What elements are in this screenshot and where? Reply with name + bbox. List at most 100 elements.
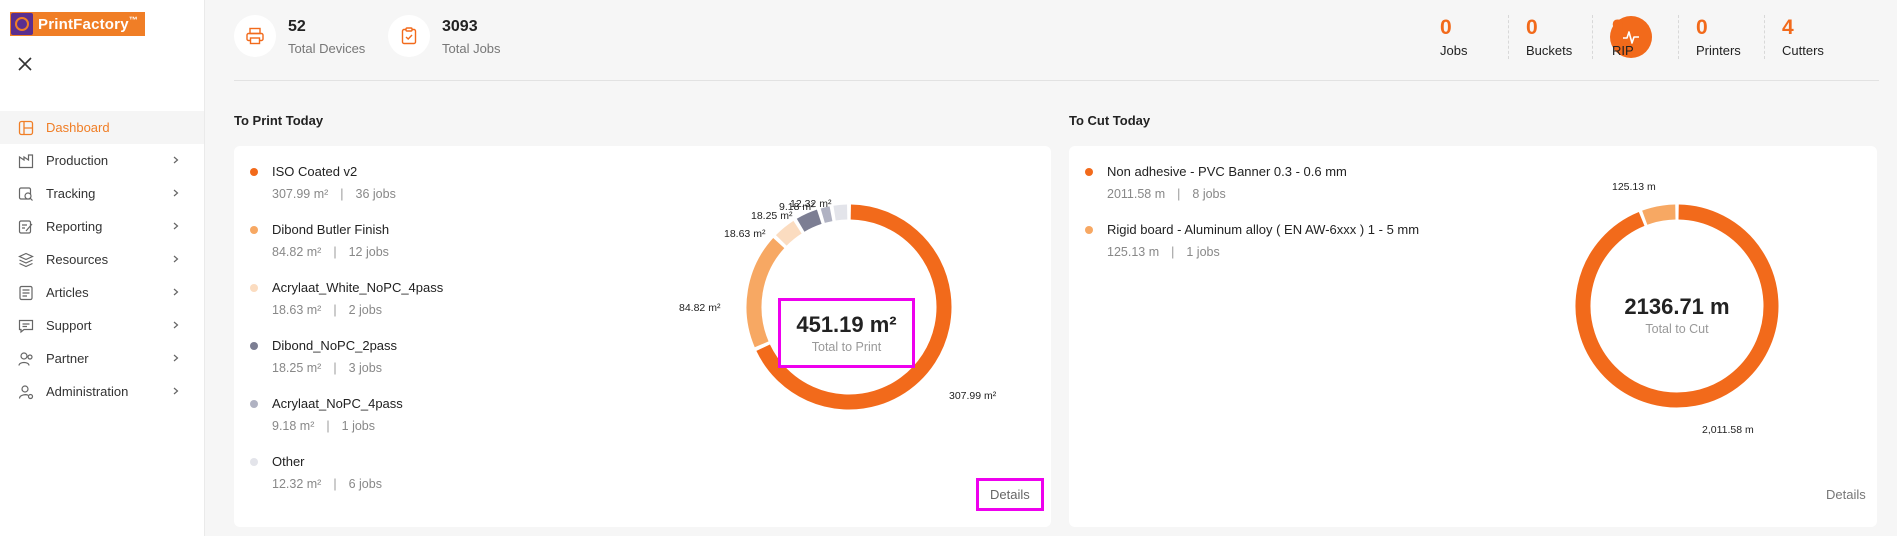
resources-icon [18,252,34,267]
buckets-count: 0 [1526,16,1538,39]
cutters-counter[interactable]: 4 Cutters [1782,16,1824,58]
print-details-button[interactable]: Details [976,478,1044,511]
legend-amount: 18.63 m² [272,303,322,317]
legend-jobs: 36 jobs [355,187,396,201]
cut-legend: Non adhesive - PVC Banner 0.3 - 0.6 mm 2… [1085,164,1419,280]
donut-slice-2[interactable] [775,220,802,246]
total-to-print-value: 451.19 m² [796,312,897,337]
cut-today-card: Non adhesive - PVC Banner 0.3 - 0.6 mm 2… [1069,146,1877,527]
legend-name: ISO Coated v2 [272,164,358,179]
rip-count-label: RIP [1612,43,1634,58]
legend-dot [1085,167,1093,176]
legend-jobs: 1 jobs [1186,245,1220,259]
sidebar-item-production[interactable]: Production [0,144,204,177]
jobs-count-label: Jobs [1440,43,1468,58]
sidebar-item-tracking[interactable]: Tracking [0,177,204,210]
list-item[interactable]: Rigid board - Aluminum alloy ( EN AW-6xx… [1085,222,1419,280]
sidebar-item-reporting[interactable]: Reporting [0,210,204,243]
slice-label: 2,011.58 m [1702,424,1754,436]
legend-amount: 2011.58 m [1107,187,1166,201]
print-today-title: To Print Today [234,113,324,128]
legend-dot [250,399,258,408]
donut-slice-4[interactable] [820,206,833,223]
clipboard-icon [401,27,417,45]
slice-label: 18.63 m² [724,228,766,240]
slice-label: 125.13 m [1612,181,1656,193]
legend-name: Acrylaat_NoPC_4pass [272,396,403,411]
list-item[interactable]: Acrylaat_White_NoPC_4pass 18.63 m² | 2 job… [250,280,443,338]
total-to-cut-value: 2136.71 m [1624,294,1730,319]
sidebar-item-support[interactable]: Support [0,309,204,342]
donut-slice-3[interactable] [796,209,822,232]
legend-amount: 125.13 m [1107,245,1160,259]
cutters-count-label: Cutters [1782,43,1824,58]
total-devices-stat: 52 Total Devices [234,15,365,57]
legend-name: Dibond_NoPC_2pass [272,338,398,353]
list-item[interactable]: Dibond Butler Finish 84.82 m² | 12 jobs [250,222,443,280]
list-item[interactable]: Other 12.32 m² | 6 jobs [250,454,443,512]
chevron-right-icon [173,321,179,329]
legend-jobs: 12 jobs [348,245,389,259]
sidebar-nav: Dashboard Production Tracking Reporting … [0,111,204,408]
tracking-icon [18,186,33,201]
administration-icon [18,384,34,399]
divider [1508,15,1509,59]
divider [1592,15,1593,59]
list-item[interactable]: Dibond_NoPC_2pass 18.25 m² | 3 jobs [250,338,443,396]
slice-label: 84.82 m² [679,302,721,314]
donut-slice-1[interactable] [1642,204,1676,225]
sidebar-item-label: Partner [46,351,89,366]
legend-dot [250,457,258,466]
sidebar-item-label: Tracking [46,186,96,201]
legend-jobs: 3 jobs [348,361,382,375]
legend-jobs: 2 jobs [348,303,382,317]
print-legend: ISO Coated v2 307.99 m² | 36 jobs Dibond B… [250,164,443,512]
sidebar-item-resources[interactable]: Resources [0,243,204,276]
printfactory-logo[interactable]: PrintFactory ™ [10,12,145,36]
total-jobs-stat: 3093 Total Jobs [388,15,501,57]
reporting-icon [18,219,33,234]
divider [1678,15,1679,59]
slice-label: 307.99 m² [949,390,997,402]
cut-details-button[interactable]: Details [1826,487,1866,502]
legend-amount: 18.25 m² [272,361,322,375]
legend-jobs: 6 jobs [348,477,382,491]
legend-dot [250,225,258,234]
sidebar-item-partner[interactable]: Partner [0,342,204,375]
chevron-right-icon [173,222,179,230]
printer-icon-circle [234,15,276,57]
legend-name: Non adhesive - PVC Banner 0.3 - 0.6 mm [1107,164,1347,179]
printers-counter[interactable]: 0 Printers [1696,16,1741,58]
legend-amount: 84.82 m² [272,245,322,259]
close-icon[interactable] [17,56,33,72]
chevron-right-icon [173,288,179,296]
chevron-right-icon [173,189,179,197]
list-item[interactable]: ISO Coated v2 307.99 m² | 36 jobs [250,164,443,222]
list-item[interactable]: Acrylaat_NoPC_4pass 9.18 m² | 1 jobs [250,396,443,454]
donut-slice-1[interactable] [746,237,785,348]
sidebar-item-administration[interactable]: Administration [0,375,204,408]
printer-icon [246,27,264,45]
legend-amount: 9.18 m² [272,419,315,433]
cutters-count: 4 [1782,16,1794,39]
sidebar-item-articles[interactable]: Articles [0,276,204,309]
jobs-counter[interactable]: 0 Jobs [1440,16,1467,58]
slice-label: 12.32 m² [790,198,832,210]
dashboard-icon [18,120,34,135]
chevron-right-icon [173,156,179,164]
legend-dot [250,167,258,176]
sidebar-item-label: Articles [46,285,89,300]
total-to-print-label: Total to Print [811,340,882,354]
legend-name: Other [272,454,305,469]
legend-name: Dibond Butler Finish [272,222,390,237]
rip-counter[interactable]: 9 RIP [1612,16,1634,58]
donut-slice-5[interactable] [833,204,848,221]
legend-dot [250,283,258,292]
sidebar-item-dashboard[interactable]: Dashboard [0,111,204,144]
clipboard-icon-circle [388,15,430,57]
chevron-right-icon [173,354,179,362]
partner-icon [18,351,33,366]
buckets-counter[interactable]: 0 Buckets [1526,16,1572,58]
rip-count: 9 [1612,16,1624,39]
list-item[interactable]: Non adhesive - PVC Banner 0.3 - 0.6 mm 2… [1085,164,1419,222]
